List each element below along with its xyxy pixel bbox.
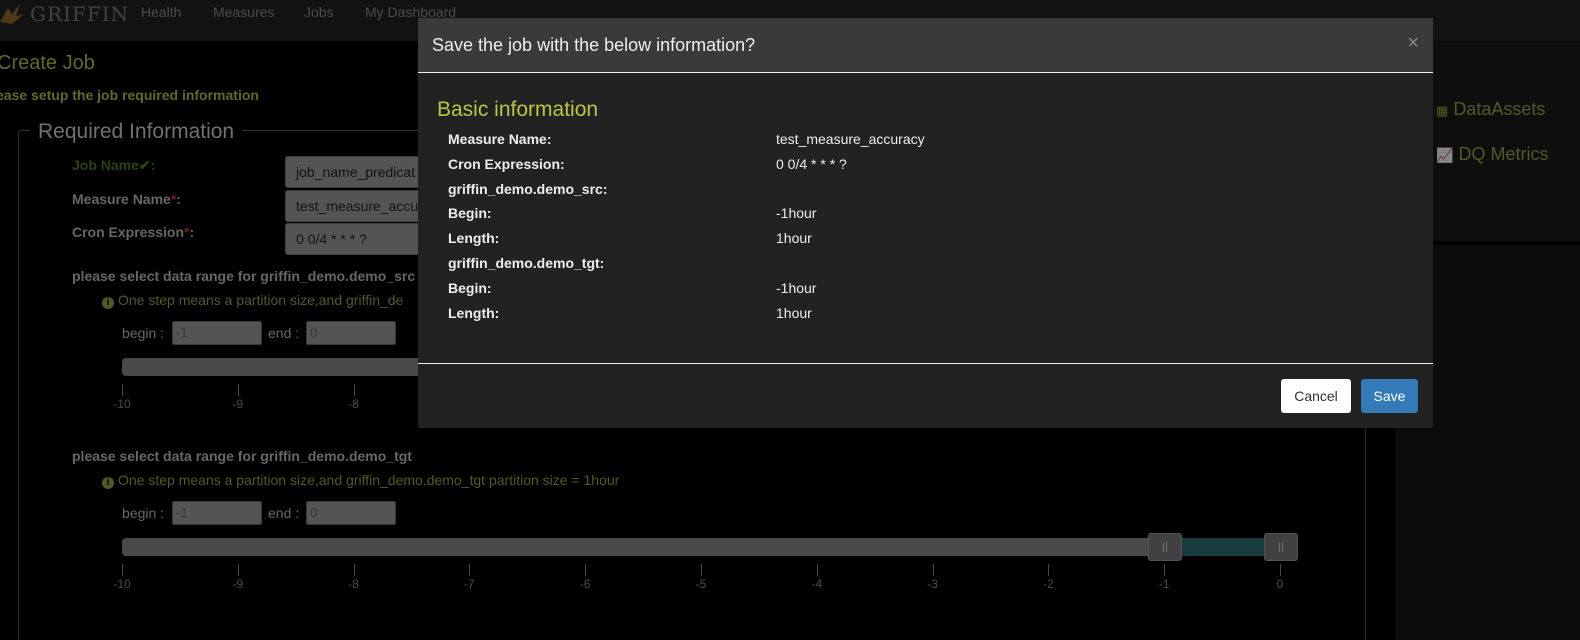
info-row-key: Begin:: [448, 279, 492, 296]
modal-footer-divider: [418, 363, 1433, 364]
save-job-modal: Save the job with the below information?…: [418, 18, 1433, 428]
close-icon[interactable]: ×: [1407, 32, 1419, 55]
info-row-key: griffin_demo.demo_src:: [448, 180, 608, 197]
basic-info-heading: Basic information: [437, 98, 599, 121]
modal-header: Save the job with the below information?…: [418, 18, 1433, 73]
info-row-value: 0 0/4 * * * ?: [776, 155, 847, 172]
info-row-value: 1hour: [776, 230, 812, 247]
info-row-key: Length:: [448, 230, 500, 247]
cancel-button[interactable]: Cancel: [1281, 379, 1351, 413]
modal-title: Save the job with the below information?: [432, 35, 756, 55]
info-row-value: test_measure_accuracy: [776, 131, 925, 147]
info-row-key: Begin:: [448, 205, 492, 222]
info-row-key: Cron Expression:: [448, 155, 565, 172]
info-row-key: griffin_demo.demo_tgt:: [448, 255, 605, 271]
save-button[interactable]: Save: [1361, 379, 1418, 413]
info-row-value: -1hour: [776, 279, 817, 296]
info-row-key: Length:: [448, 304, 500, 321]
info-row-value: 1hour: [776, 304, 812, 321]
info-row-value: -1hour: [776, 205, 817, 222]
info-row-key: Measure Name:: [448, 131, 552, 147]
